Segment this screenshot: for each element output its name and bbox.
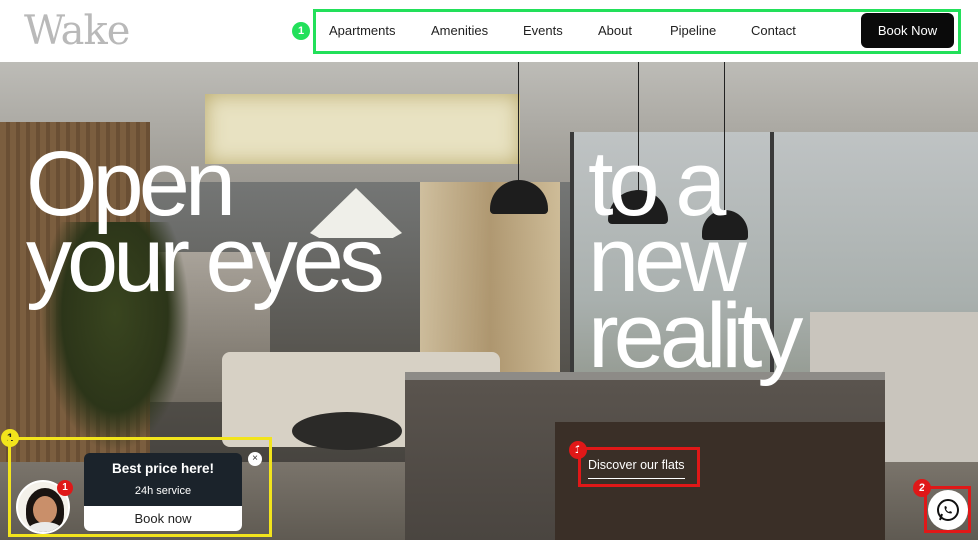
hero-window-mullion [570,132,574,412]
close-icon[interactable]: × [248,452,262,466]
avatar-face [33,496,57,524]
nav-item-contact[interactable]: Contact [751,23,796,38]
nav-item-apartments[interactable]: Apartments [329,23,395,38]
hero-headline-line: your eyes [26,209,385,311]
nav-item-about[interactable]: About [598,23,632,38]
whatsapp-button[interactable] [928,490,968,530]
chat-card-subtitle: 24h service [134,485,192,497]
book-now-button[interactable]: Book Now [861,13,954,48]
hero-headline-line: reality [588,285,803,387]
avatar-notification-badge: 1 [57,480,73,496]
logo-text: Wake [24,8,130,54]
nav-item-amenities[interactable]: Amenities [431,23,488,38]
hero-headline-left: Open your eyes [26,138,385,311]
hero-coffee-table [292,412,402,450]
nav-item-events[interactable]: Events [523,23,563,38]
discover-flats-link[interactable]: Discover our flats [588,458,685,479]
site-header: Wake 1 Apartments Amenities Events About… [0,0,978,62]
chat-card-title: Best price here! [111,461,215,476]
hero-lamp-cord [518,62,519,182]
nav-annotation-badge: 1 [292,22,310,40]
hero-headline-right: to a new reality [588,138,803,387]
chat-book-now-button[interactable]: Book now [84,506,242,531]
nav-item-pipeline[interactable]: Pipeline [670,23,716,38]
logo[interactable]: Wake [24,8,130,54]
whatsapp-icon [937,499,959,521]
